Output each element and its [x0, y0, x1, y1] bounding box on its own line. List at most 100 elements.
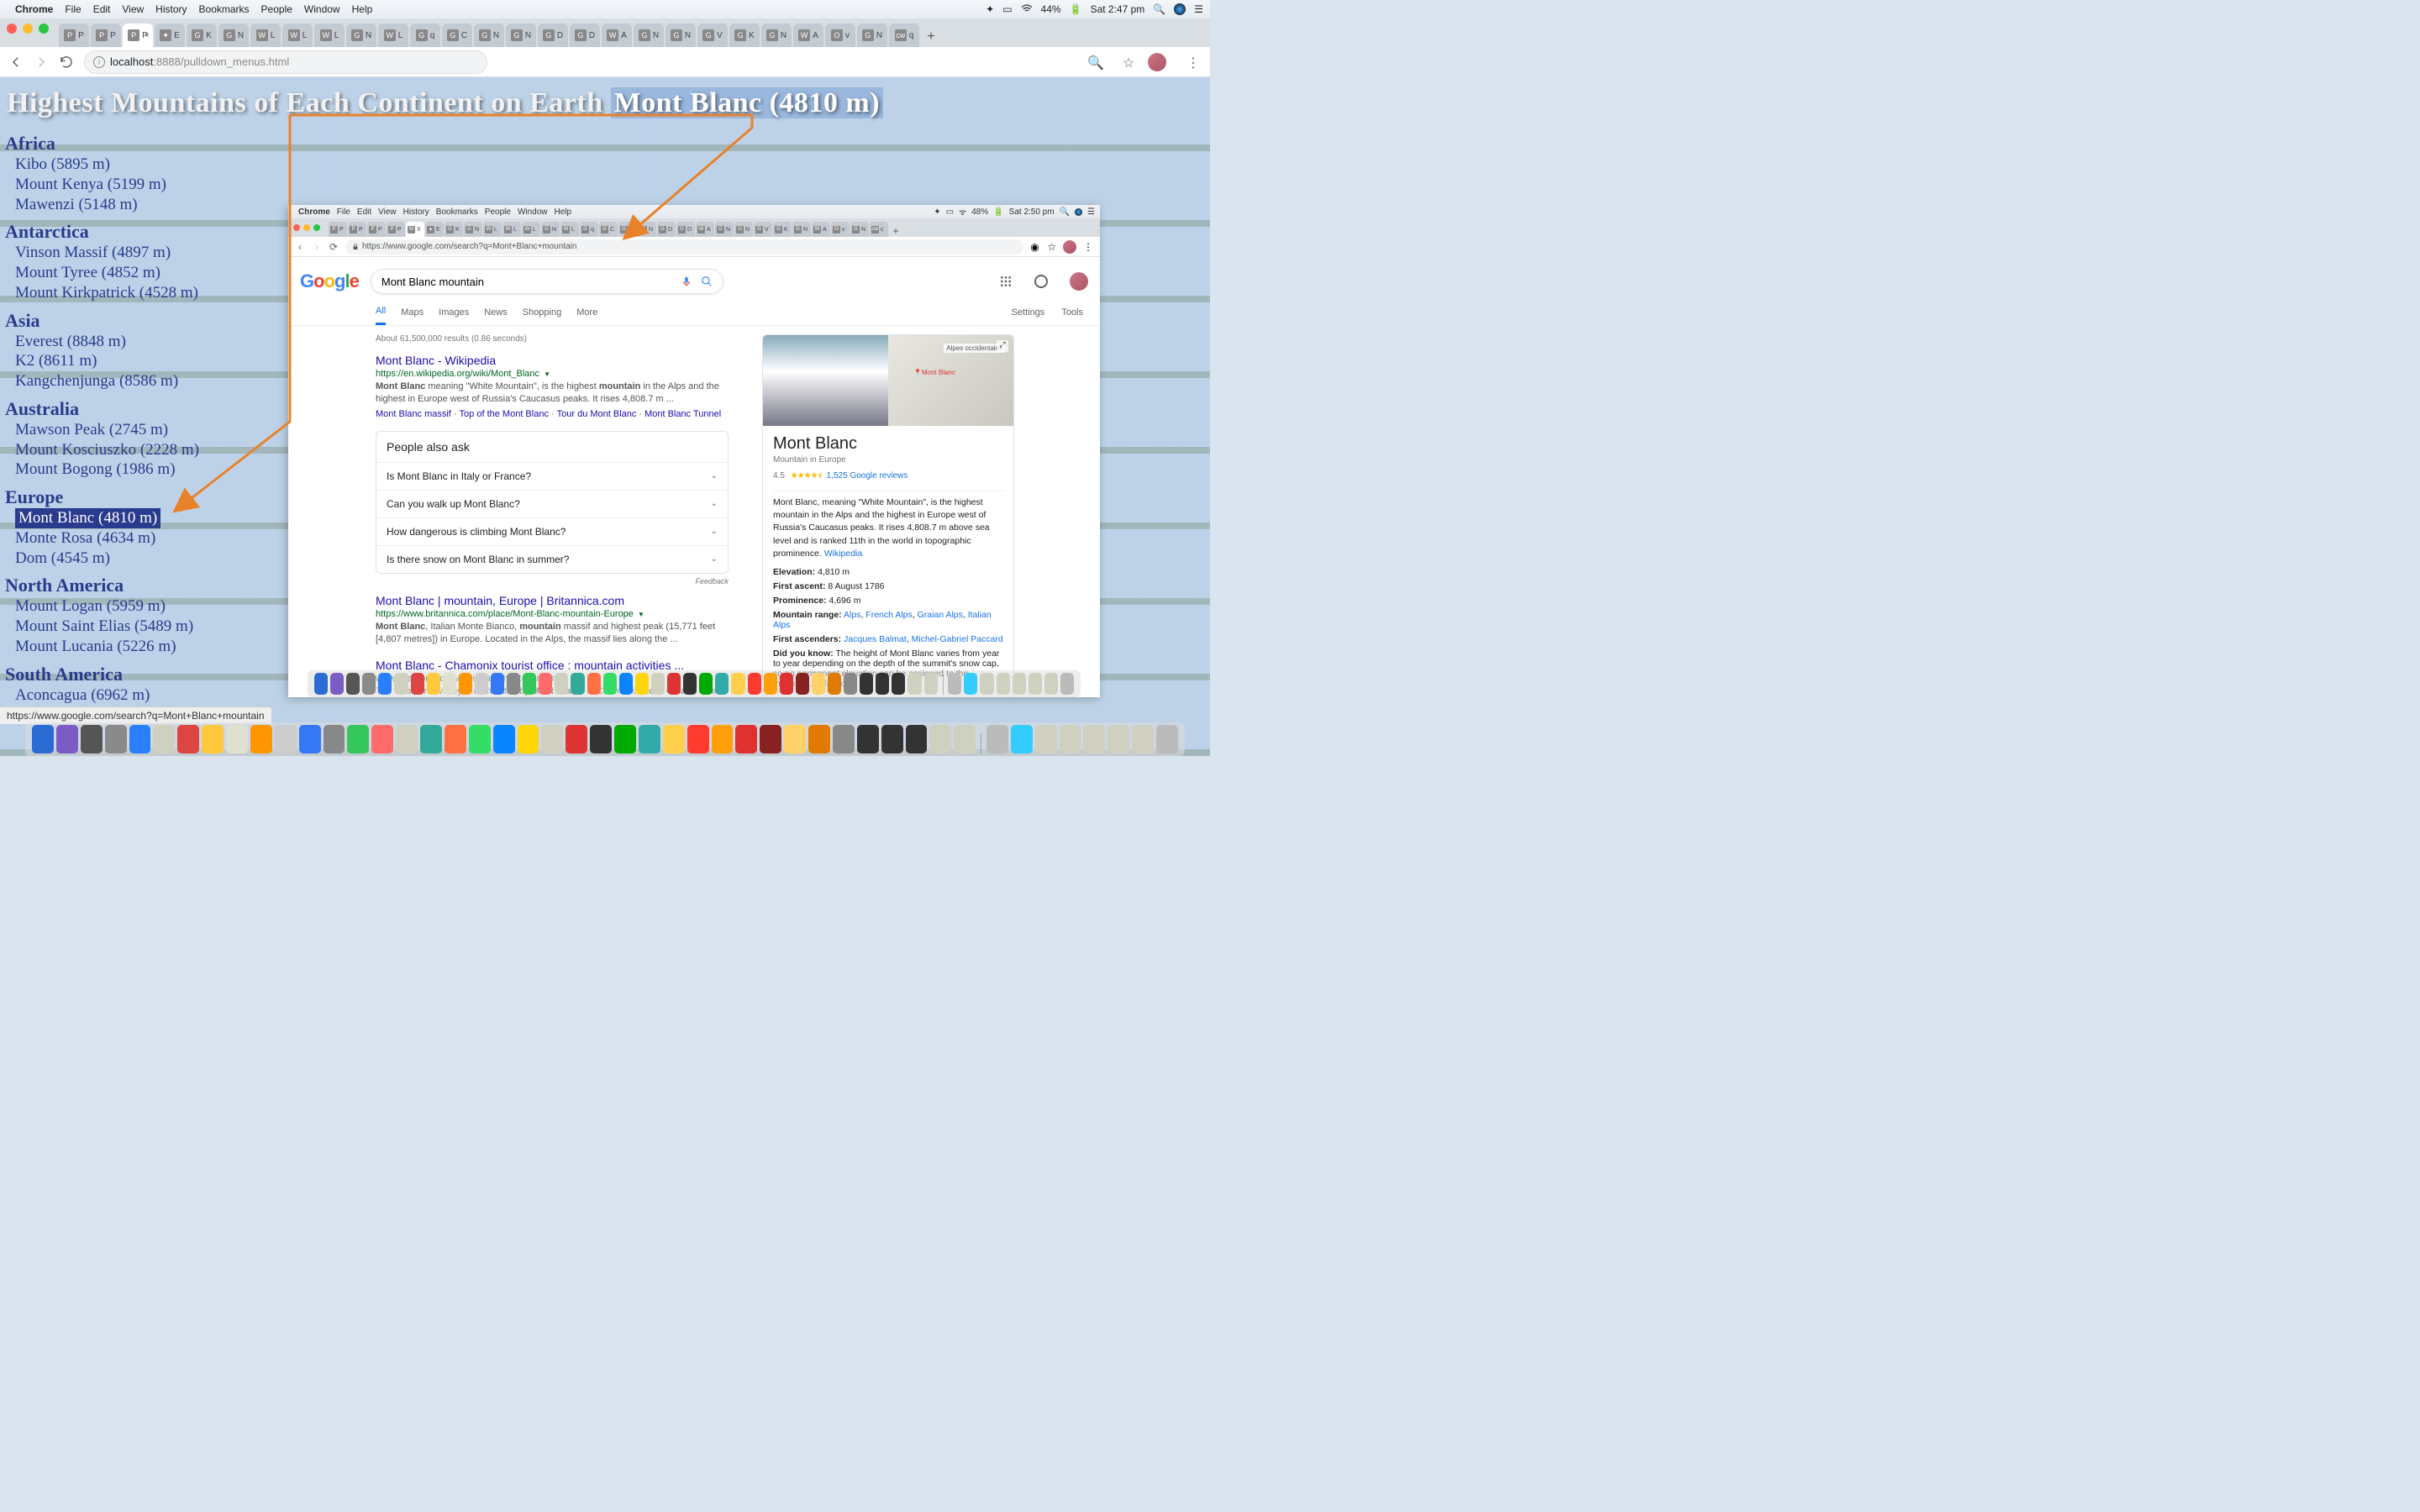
dock-app-icon[interactable]	[153, 725, 175, 753]
dock-app-icon[interactable]	[275, 725, 297, 753]
dock-app-icon[interactable]	[614, 725, 636, 753]
dock-app-icon[interactable]	[906, 725, 928, 753]
dock-app-icon[interactable]	[324, 725, 345, 753]
dock-app-icon[interactable]	[881, 725, 903, 753]
mountain-item[interactable]: Kibo (5895 m)	[15, 155, 1210, 175]
browser-tab[interactable]: GN	[761, 24, 792, 47]
browser-tab[interactable]: GD	[538, 24, 568, 47]
menubar-item[interactable]: File	[65, 3, 81, 15]
dock-app-icon[interactable]	[469, 725, 491, 753]
dock-app-icon[interactable]	[202, 725, 224, 753]
browser-tab[interactable]: GK	[187, 24, 217, 47]
dock-app-icon[interactable]	[1132, 725, 1154, 753]
dock-app-icon[interactable]	[857, 725, 879, 753]
dock-app-icon[interactable]	[929, 725, 951, 753]
dock-app-icon[interactable]	[1035, 725, 1057, 753]
airplay-icon[interactable]: ▭	[1002, 3, 1012, 15]
dock-app-icon[interactable]	[81, 725, 103, 753]
menubar-item[interactable]: People	[261, 3, 292, 15]
browser-tab[interactable]: GN	[218, 24, 249, 47]
browser-tab[interactable]: GK	[729, 24, 760, 47]
dock-app-icon[interactable]	[493, 725, 515, 753]
browser-tab[interactable]: GN	[474, 24, 504, 47]
dock-app-icon[interactable]	[833, 725, 855, 753]
maximize-window-button[interactable]	[39, 24, 49, 34]
dock-app-icon[interactable]	[445, 725, 466, 753]
dock-app-icon[interactable]	[1060, 725, 1081, 753]
siri-icon[interactable]	[1174, 3, 1186, 15]
browser-tab[interactable]: GD	[570, 24, 600, 47]
dock-app-icon[interactable]	[1156, 725, 1178, 753]
dock-app-icon[interactable]	[986, 725, 1008, 753]
browser-tab[interactable]: PP	[59, 24, 89, 47]
dock-app-icon[interactable]	[639, 725, 660, 753]
dock-app-icon[interactable]	[735, 725, 757, 753]
notification-center-icon[interactable]: ☰	[1194, 3, 1203, 15]
dock-app-icon[interactable]	[1083, 725, 1105, 753]
dock-app-icon[interactable]	[299, 725, 321, 753]
menubar-item[interactable]: Window	[304, 3, 340, 15]
browser-tab[interactable]: GN	[346, 24, 376, 47]
dock-app-icon[interactable]	[760, 725, 781, 753]
chrome-menu-icon[interactable]: ⋮	[1186, 55, 1202, 70]
wifi-icon[interactable]	[1021, 3, 1033, 15]
menubar-app[interactable]: Chrome	[15, 3, 53, 15]
dock-app-icon[interactable]	[712, 725, 734, 753]
dock-app-icon[interactable]	[954, 725, 976, 753]
dock-app-icon[interactable]	[371, 725, 393, 753]
browser-tab[interactable]: Gq	[410, 24, 440, 47]
dock-app-icon[interactable]	[808, 725, 830, 753]
spotlight-icon[interactable]: 🔍	[1153, 3, 1165, 15]
dock-app-icon[interactable]	[347, 725, 369, 753]
browser-tab[interactable]: ✦E	[155, 24, 185, 47]
bookmark-star-icon[interactable]: ☆	[1123, 55, 1138, 70]
minimize-window-button[interactable]	[23, 24, 33, 34]
dock-app-icon[interactable]	[129, 725, 151, 753]
dock-app-icon[interactable]	[105, 725, 127, 753]
browser-tab[interactable]: WL	[378, 24, 408, 47]
browser-tab[interactable]: GN	[506, 24, 536, 47]
dock-app-icon[interactable]	[566, 725, 587, 753]
dock-app-icon[interactable]	[250, 725, 272, 753]
browser-tab[interactable]: GN	[857, 24, 887, 47]
browser-tab[interactable]: WL	[282, 24, 313, 47]
profile-avatar[interactable]	[1148, 53, 1166, 71]
dock-app-icon[interactable]	[1011, 725, 1033, 753]
dock-app-icon[interactable]	[663, 725, 685, 753]
browser-tab[interactable]: WA	[602, 24, 632, 47]
dock-app-icon[interactable]	[177, 725, 199, 753]
close-window-button[interactable]	[7, 24, 17, 34]
dock-app-icon[interactable]	[541, 725, 563, 753]
new-tab-button[interactable]: +	[921, 27, 941, 47]
browser-tab[interactable]: Ov	[825, 24, 855, 47]
reload-button[interactable]	[59, 55, 74, 70]
dock-app-icon[interactable]	[1107, 725, 1129, 753]
menubar-item[interactable]: Bookmarks	[199, 3, 250, 15]
browser-tab[interactable]: PP×	[123, 24, 153, 47]
menubar-item[interactable]: View	[122, 3, 144, 15]
zoom-icon[interactable]: 🔍	[1087, 55, 1102, 70]
browser-tab[interactable]: GC	[442, 24, 472, 47]
dock-app-icon[interactable]	[784, 725, 806, 753]
browser-tab[interactable]: WL	[250, 24, 281, 47]
close-tab-icon[interactable]: ×	[145, 31, 150, 40]
menubar-extra-icon[interactable]: ✦	[986, 3, 994, 15]
mountain-item[interactable]: Mont Blanc (4810 m)	[15, 508, 160, 528]
menubar-item[interactable]: Edit	[93, 3, 111, 15]
dock-app-icon[interactable]	[396, 725, 418, 753]
dock-app-icon[interactable]	[590, 725, 612, 753]
forward-button[interactable]	[34, 55, 49, 70]
site-info-icon[interactable]: i	[93, 56, 105, 68]
menubar-item[interactable]: History	[155, 3, 187, 15]
mountain-item[interactable]: Mount Kenya (5199 m)	[15, 175, 1210, 195]
dock-app-icon[interactable]	[420, 725, 442, 753]
back-button[interactable]	[8, 55, 24, 70]
window-traffic-lights[interactable]	[7, 24, 49, 34]
dock-app-icon[interactable]	[56, 725, 78, 753]
browser-tab[interactable]: GN	[634, 24, 664, 47]
browser-tab[interactable]: WA	[793, 24, 823, 47]
menubar-item[interactable]: Help	[352, 3, 373, 15]
dock-app-icon[interactable]	[226, 725, 248, 753]
browser-tab[interactable]: WL	[314, 24, 345, 47]
dock-app-icon[interactable]	[32, 725, 54, 753]
